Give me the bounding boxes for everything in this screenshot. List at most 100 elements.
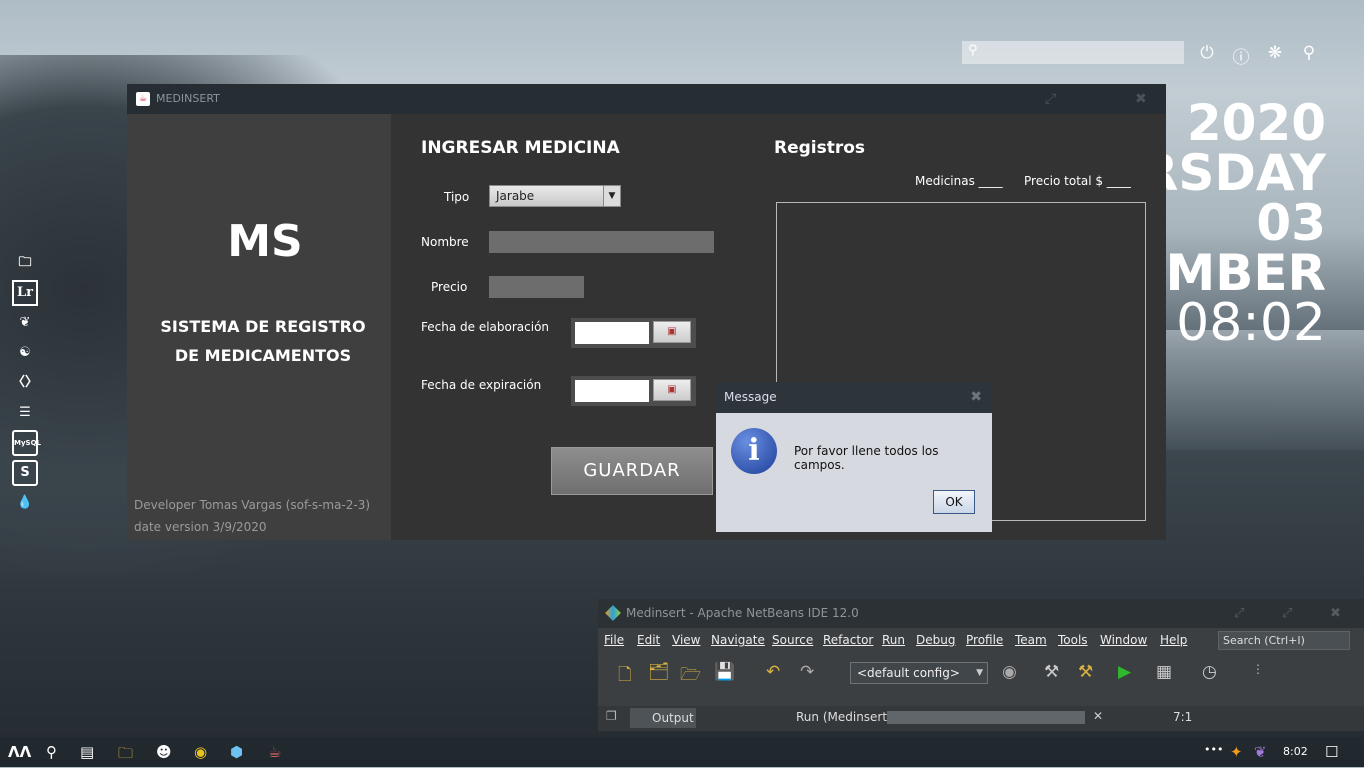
- calendar-button[interactable]: ▣: [653, 321, 691, 343]
- calendar-button[interactable]: ▣: [653, 379, 691, 401]
- java-taskbar-icon[interactable]: ☕: [268, 743, 281, 761]
- menu-view[interactable]: View: [672, 633, 700, 647]
- netbeans-taskbar-icon[interactable]: ⬢: [230, 743, 243, 761]
- developer-info: Developer Tomas Vargas (sof-s-ma-2-3) da…: [134, 494, 370, 538]
- folder-icon[interactable]: 🗀: [12, 250, 38, 276]
- new-project-icon[interactable]: 🗂: [648, 662, 670, 682]
- window-title: MEDINSERT: [156, 92, 220, 105]
- menu-run[interactable]: Run: [882, 633, 905, 647]
- desktop-search-box[interactable]: ⚲: [962, 41, 1184, 64]
- menu-profile[interactable]: Profile: [966, 633, 1003, 647]
- output-tab[interactable]: Output: [630, 708, 696, 728]
- nombre-input[interactable]: [489, 231, 714, 253]
- fecha-elaboracion-label: Fecha de elaboración: [421, 320, 550, 334]
- power-icon[interactable]: ⏻: [1198, 43, 1216, 68]
- tipo-label: Tipo: [444, 190, 470, 204]
- close-icon[interactable]: ✖: [970, 382, 982, 413]
- open-project-icon[interactable]: 🗁: [680, 662, 701, 691]
- menu-source[interactable]: Source: [772, 633, 813, 647]
- avast-icon[interactable]: ✦: [1230, 743, 1243, 761]
- toolbar-overflow-icon[interactable]: ⋮: [1252, 662, 1264, 676]
- guardar-button[interactable]: GUARDAR: [551, 447, 713, 495]
- s-app-icon[interactable]: S: [12, 460, 38, 486]
- debug-icon[interactable]: ▦: [1156, 662, 1172, 682]
- cancel-run-icon[interactable]: ✕: [1093, 709, 1103, 723]
- desktop-dock: 🗀 Lr ❦ ☯ 〈〉 ☰ MySQL S 💧: [12, 250, 41, 516]
- fecha-expiracion-label: Fecha de expiración: [421, 378, 542, 392]
- globe-icon[interactable]: ◉: [1002, 662, 1017, 682]
- file-explorer-icon[interactable]: 🗀: [118, 743, 133, 768]
- menu-help[interactable]: Help: [1160, 633, 1187, 647]
- netbeans-toolbar: 🗋 🗂 🗁 💾 ↶ ↷ <default config> ▼ ◉ ⚒ ⚒ ▶ ▦…: [598, 654, 1364, 690]
- save-all-icon[interactable]: 💾: [714, 662, 735, 682]
- menu-debug[interactable]: Debug: [916, 633, 955, 647]
- user-app-icon[interactable]: ☻: [156, 743, 172, 761]
- config-select[interactable]: <default config> ▼: [850, 662, 988, 684]
- python-icon[interactable]: ☯: [12, 340, 38, 366]
- start-icon[interactable]: ΛΛ: [8, 743, 31, 761]
- loading-icon[interactable]: ❋: [1266, 43, 1284, 68]
- drop-icon[interactable]: 💧: [12, 490, 38, 516]
- chevron-down-icon: ▼: [976, 668, 983, 678]
- developer-label: Developer Tomas Vargas (sof-s-ma-2-3): [134, 498, 371, 512]
- app-subtitle: SISTEMA DE REGISTRO DE MEDICAMENTOS: [127, 312, 399, 370]
- menu-refactor[interactable]: Refactor: [823, 633, 873, 647]
- search-icon[interactable]: ⚲: [46, 743, 57, 761]
- clean-build-icon[interactable]: ⚒: [1078, 662, 1093, 682]
- maximize-icon[interactable]: ⤢: [1282, 599, 1292, 628]
- menu-edit[interactable]: Edit: [637, 633, 660, 647]
- info-icon[interactable]: ⓘ: [1232, 43, 1250, 68]
- netbeans-titlebar[interactable]: Medinsert - Apache NetBeans IDE 12.0 ⤢ ⤢…: [598, 599, 1364, 628]
- list-icon[interactable]: ☰: [12, 400, 38, 426]
- medicinas-count: Medicinas ____: [915, 174, 1003, 188]
- chevron-down-icon[interactable]: ▼: [603, 186, 620, 206]
- close-icon[interactable]: ✖: [1330, 599, 1341, 628]
- window-titlebar[interactable]: ☕ MEDINSERT ⤢ ✖: [127, 84, 1166, 114]
- taskbar: ΛΛ ⚲ ▤ 🗀 ☻ ◉ ⬢ ☕ ••• ✦ ❦ 8:02 ☐: [0, 737, 1364, 767]
- taskbar-clock: 8:02: [1283, 745, 1308, 758]
- code-editor-icon[interactable]: 〈〉: [12, 370, 38, 396]
- menu-tools[interactable]: Tools: [1058, 633, 1088, 647]
- build-hammer-icon[interactable]: ⚒: [1044, 662, 1059, 682]
- minimize-icon[interactable]: ⤢: [1234, 599, 1244, 628]
- java-app-icon: ☕: [136, 92, 150, 106]
- profile-icon[interactable]: ◷: [1202, 662, 1217, 682]
- pdf-icon[interactable]: ❦: [12, 310, 38, 336]
- maximize-icon[interactable]: ⤢: [1045, 84, 1056, 114]
- menu-team[interactable]: Team: [1015, 633, 1047, 647]
- chrome-icon[interactable]: ◉: [194, 743, 207, 761]
- restore-window-icon[interactable]: ❐: [606, 709, 617, 723]
- new-file-icon[interactable]: 🗋: [618, 662, 632, 691]
- dialog-titlebar[interactable]: Message ✖: [716, 382, 992, 413]
- close-icon[interactable]: ✖: [1135, 84, 1147, 114]
- menu-file[interactable]: File: [604, 633, 624, 647]
- side-panel: MS SISTEMA DE REGISTRO DE MEDICAMENTOS D…: [127, 114, 391, 540]
- app-logo: MS: [227, 216, 303, 267]
- ok-button[interactable]: OK: [933, 490, 975, 514]
- version-date-label: date version 3/9/2020: [134, 520, 267, 534]
- notifications-icon[interactable]: ☐: [1325, 743, 1338, 761]
- dialog-message: Por favor llene todos los campos.: [794, 444, 939, 472]
- fecha-expiracion-input[interactable]: [575, 380, 649, 402]
- lightroom-icon[interactable]: Lr: [12, 280, 38, 306]
- menu-navigate[interactable]: Navigate: [711, 633, 765, 647]
- mysql-icon[interactable]: MySQL: [12, 430, 41, 456]
- netbeans-window: Medinsert - Apache NetBeans IDE 12.0 ⤢ ⤢…: [598, 599, 1364, 731]
- netbeans-search-input[interactable]: Search (Ctrl+I): [1218, 631, 1350, 650]
- key-icon[interactable]: ⚲: [1300, 43, 1318, 68]
- task-view-icon[interactable]: ▤: [80, 743, 94, 761]
- tipo-select[interactable]: Jarabe ▼: [489, 185, 621, 207]
- run-icon[interactable]: ▶: [1118, 662, 1131, 682]
- menu-window[interactable]: Window: [1100, 633, 1147, 647]
- fecha-elaboracion-input[interactable]: [575, 322, 649, 344]
- precio-input[interactable]: [489, 276, 584, 298]
- redo-icon[interactable]: ↷: [800, 662, 814, 682]
- netbeans-statusbar: ❐ Output Run (Medinsert) ✕ 7:1: [598, 706, 1364, 731]
- config-select-value: <default config>: [857, 666, 960, 680]
- feather-icon[interactable]: ❦: [1254, 743, 1267, 761]
- netbeans-icon: [605, 605, 621, 621]
- tray-overflow-icon[interactable]: •••: [1204, 743, 1223, 756]
- records-heading: Registros: [774, 138, 866, 158]
- undo-icon[interactable]: ↶: [766, 662, 780, 682]
- medinsert-window: ☕ MEDINSERT ⤢ ✖ MS SISTEMA DE REGISTRO D…: [127, 84, 1166, 540]
